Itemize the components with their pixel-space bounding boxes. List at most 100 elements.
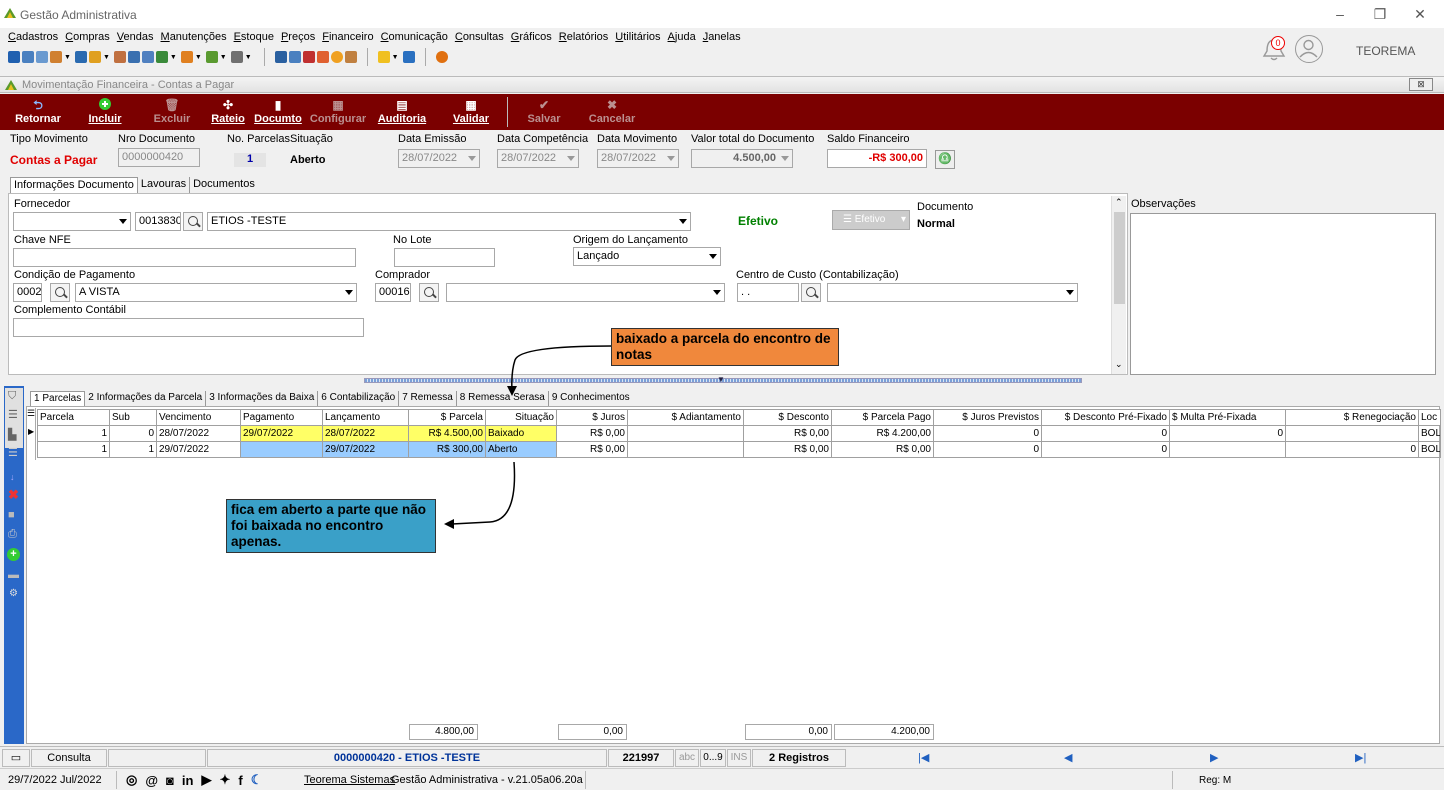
twitter-icon[interactable]: ✦ [219, 772, 230, 788]
tab-remessa[interactable]: 7 Remessa [399, 391, 457, 407]
close-window-button[interactable]: ✕ [1410, 5, 1430, 23]
window-icon[interactable] [402, 51, 415, 63]
col-vencimento[interactable]: Vencimento [156, 409, 241, 426]
col-desconto-prefixado[interactable]: $ Desconto Pré-Fixado [1041, 409, 1170, 426]
documto-button[interactable]: ▮ Documto [253, 97, 303, 125]
observacoes-textarea[interactable] [1130, 213, 1436, 375]
user-icon[interactable] [113, 51, 126, 63]
tab-info-baixa[interactable]: 3 Informações da Baixa [206, 391, 319, 407]
col-desconto[interactable]: $ Desconto [743, 409, 832, 426]
valor-total-field[interactable]: 4.500,00 [691, 149, 793, 168]
list-icon[interactable]: ☰ [8, 408, 18, 421]
box-icon[interactable] [50, 51, 62, 63]
comprador-code-field[interactable]: 00016 [375, 283, 411, 302]
col-parcela-pago[interactable]: $ Parcela Pago [831, 409, 934, 426]
last-record-icon[interactable]: ▶| [1355, 751, 1366, 764]
printer-icon[interactable]: ⎙ [8, 528, 17, 541]
table-row[interactable]: 1 1 29/07/2022 29/07/2022 R$ 300,00 Aber… [37, 441, 1441, 458]
configurar-button[interactable]: ▦ Configurar [309, 97, 367, 125]
calculator-icon[interactable] [274, 51, 287, 63]
calendar-icon[interactable] [302, 51, 315, 63]
menu-comunicacao[interactable]: Comunicação [381, 31, 448, 43]
arrow-icon[interactable]: ↓ [10, 472, 15, 482]
delete-icon[interactable]: ✖ [8, 487, 19, 503]
gear-icon[interactable]: ⚙ [9, 588, 18, 599]
comprador-name-select[interactable] [446, 283, 725, 302]
splitter-arrow-icon[interactable]: ▼ [717, 375, 725, 384]
instagram-icon[interactable]: ◙ [166, 773, 174, 788]
tab-lavouras[interactable]: Lavouras [138, 177, 191, 193]
next-record-icon[interactable]: ▶ [1210, 751, 1218, 764]
list-icon[interactable] [36, 51, 48, 63]
clock-icon[interactable] [330, 51, 343, 63]
search-doc-icon[interactable] [344, 51, 357, 63]
centro-custo-search-button[interactable] [801, 283, 821, 302]
tab-parcelas[interactable]: 1 Parcelas [30, 391, 86, 407]
rateio-button[interactable]: ✣ Rateio [210, 97, 246, 125]
teorema-icon[interactable]: ☾ [251, 772, 263, 788]
saldo-calc-button[interactable]: ♎ [935, 150, 955, 169]
col-parcela[interactable]: Parcela [37, 409, 110, 426]
col-loc[interactable]: Loc [1418, 409, 1441, 426]
facebook-icon[interactable]: f [238, 773, 242, 788]
col-situacao[interactable]: Situação [485, 409, 557, 426]
company-link[interactable]: Teorema Sistemas [304, 774, 395, 786]
tab-info-parcela[interactable]: 2 Informações da Parcela [85, 391, 207, 407]
document-scrollbar[interactable]: ⌃ ⌄ [1111, 196, 1126, 374]
no-lote-input[interactable] [394, 248, 495, 267]
spreadsheet-icon[interactable] [288, 51, 301, 63]
fornecedor-search-button[interactable] [183, 212, 203, 231]
fornecedor-type-select[interactable] [13, 212, 131, 231]
col-multa-prefixada[interactable]: $ Multa Pré-Fixada [1169, 409, 1286, 426]
user-avatar-icon[interactable] [1295, 35, 1323, 63]
list-detail-icon[interactable]: ☰ [8, 446, 18, 459]
add-icon[interactable]: + [7, 548, 20, 561]
restore-button[interactable]: ❐ [1370, 5, 1390, 23]
shopping-cart-icon[interactable] [155, 51, 168, 63]
linkedin-icon[interactable]: in [182, 773, 194, 788]
excluir-button[interactable]: 🗑 Excluir [152, 97, 192, 125]
menu-cadastros[interactable]: Cadastros [8, 31, 58, 43]
tab-conhecimentos[interactable]: 9 Conhecimentos [549, 391, 633, 407]
centro-custo-code-field[interactable]: . . [737, 283, 799, 302]
nro-documento-field[interactable]: 0000000420 [118, 148, 200, 167]
condicao-name-select[interactable]: A VISTA [75, 283, 357, 302]
thumb-icon[interactable]: ▙ [8, 428, 16, 441]
menu-consultas[interactable]: Consultas [455, 31, 504, 43]
complemento-contabil-input[interactable] [13, 318, 364, 337]
comprador-search-button[interactable] [419, 283, 439, 302]
tab-informacoes-documento[interactable]: Informações Documento [10, 177, 138, 193]
menu-ajuda[interactable]: Ajuda [668, 31, 696, 43]
data-movimento-field[interactable]: 28/07/2022 [597, 149, 679, 168]
tab-documentos[interactable]: Documentos [190, 177, 258, 193]
cart-icon[interactable] [88, 51, 101, 63]
col-pagamento[interactable]: Pagamento [240, 409, 323, 426]
youtube-icon[interactable]: ▶ [201, 772, 211, 788]
condicao-code-field[interactable]: 0002 [13, 283, 42, 302]
validar-button[interactable]: ▦ Validar [450, 97, 492, 125]
menu-financeiro[interactable]: Financeiro [322, 31, 373, 43]
prev-record-icon[interactable]: ◀ [1064, 751, 1072, 764]
col-renegociacao[interactable]: $ Renegociação [1285, 409, 1419, 426]
menu-graficos[interactable]: Gráficos [511, 31, 552, 43]
folder-icon[interactable]: ▬ [8, 569, 19, 581]
centro-custo-select[interactable] [827, 283, 1078, 302]
first-record-icon[interactable]: |◀ [918, 751, 929, 764]
origem-lancamento-select[interactable]: Lançado [573, 247, 721, 266]
scroll-up-icon[interactable]: ⌃ [1115, 197, 1123, 208]
chave-nfe-input[interactable] [13, 248, 356, 267]
report-icon[interactable] [127, 51, 140, 63]
scroll-thumb[interactable] [1114, 212, 1125, 304]
square-icon[interactable]: ■ [8, 509, 15, 521]
save-icon[interactable] [8, 51, 20, 63]
condicao-search-button[interactable] [50, 283, 70, 302]
retornar-button[interactable]: ⮌ Retornar [14, 97, 62, 125]
col-lancamento[interactable]: Lançamento [322, 409, 409, 426]
document-icon[interactable] [74, 51, 87, 63]
efetivo-button[interactable]: ☰ Efetivo ▾ [832, 210, 910, 230]
menu-relatorios[interactable]: Relatórios [559, 31, 609, 43]
chrome-icon[interactable]: ◎ [126, 772, 137, 788]
printer-icon[interactable] [230, 51, 243, 63]
keyboard-icon[interactable]: ▭ [2, 749, 30, 767]
cancelar-button[interactable]: ✖ Cancelar [588, 97, 636, 125]
